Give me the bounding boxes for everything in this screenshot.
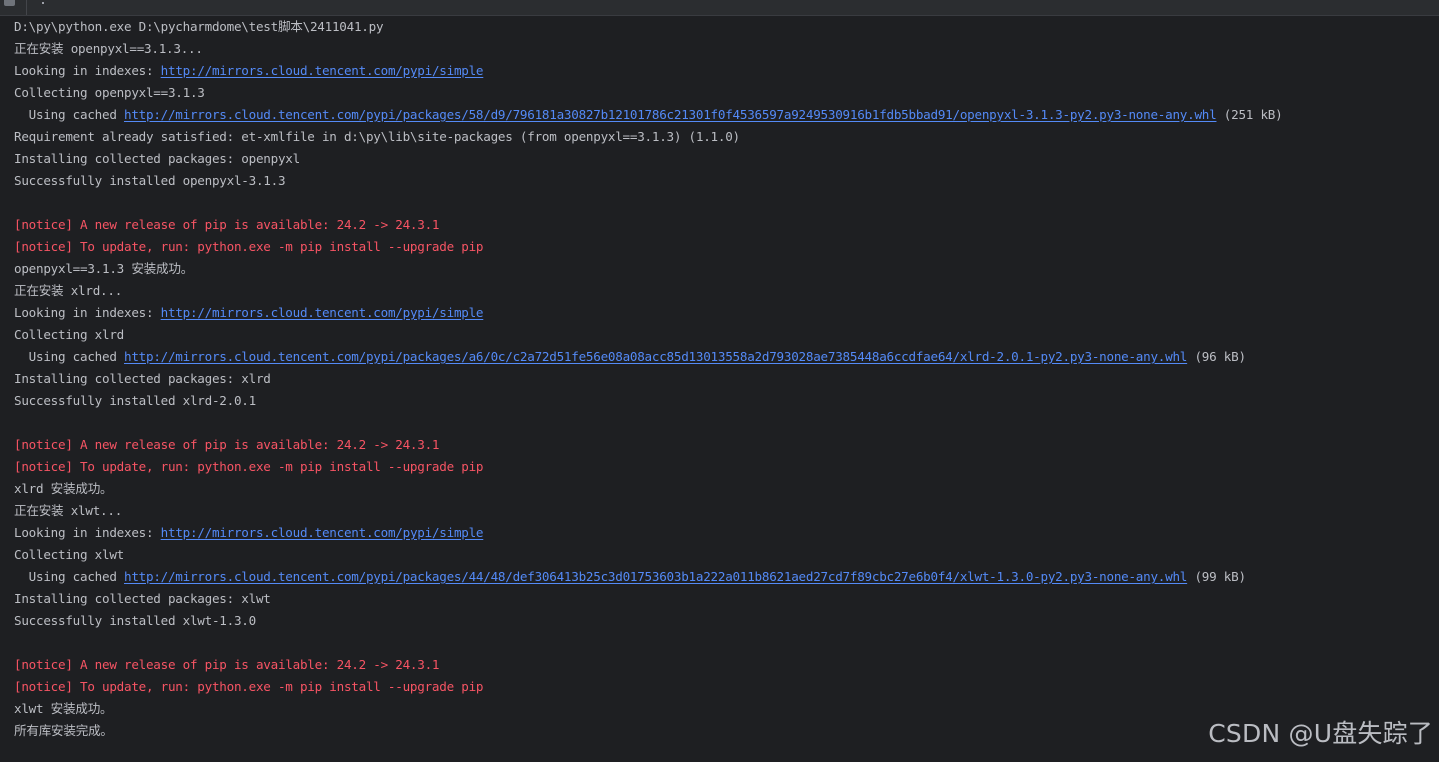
- header-divider: [26, 0, 27, 15]
- console-text: (96 kB): [1187, 349, 1246, 364]
- console-notice-line: [notice] To update, run: python.exe -m p…: [14, 676, 1434, 698]
- console-text: Installing collected packages: xlrd: [14, 371, 271, 386]
- console-text: D:\py\python.exe D:\pycharmdome\test脚本\2…: [14, 19, 384, 34]
- console-text: Successfully installed xlrd-2.0.1: [14, 393, 256, 408]
- console-line: Installing collected packages: openpyxl: [14, 148, 1434, 170]
- tool-window-header: [0, 0, 1439, 16]
- overflow-icon[interactable]: [42, 2, 44, 4]
- console-text: xlwt 安装成功。: [14, 701, 113, 716]
- console-text: 正在安装 openpyxl==3.1.3...: [14, 41, 203, 56]
- console-line: Looking in indexes: http://mirrors.cloud…: [14, 60, 1434, 82]
- console-text: [notice] To update, run: python.exe -m p…: [14, 459, 484, 474]
- console-line: Using cached http://mirrors.cloud.tencen…: [14, 346, 1434, 368]
- console-text: Looking in indexes:: [14, 305, 161, 320]
- console-line: D:\py\python.exe D:\pycharmdome\test脚本\2…: [14, 16, 1434, 38]
- console-notice-line: [notice] A new release of pip is availab…: [14, 214, 1434, 236]
- console-line: Looking in indexes: http://mirrors.cloud…: [14, 302, 1434, 324]
- console-line: 正在安装 openpyxl==3.1.3...: [14, 38, 1434, 60]
- console-text: Using cached: [14, 569, 124, 584]
- console-text: 所有库安装完成。: [14, 723, 113, 738]
- console-line: Looking in indexes: http://mirrors.cloud…: [14, 522, 1434, 544]
- console-text: [notice] A new release of pip is availab…: [14, 437, 440, 452]
- console-text: [notice] A new release of pip is availab…: [14, 657, 440, 672]
- console-text: openpyxl==3.1.3 安装成功。: [14, 261, 194, 276]
- console-line: Collecting xlwt: [14, 544, 1434, 566]
- console-text: Looking in indexes:: [14, 63, 161, 78]
- console-url-link[interactable]: http://mirrors.cloud.tencent.com/pypi/pa…: [124, 107, 1217, 122]
- console-text: 正在安装 xlrd...: [14, 283, 123, 298]
- console-text: Collecting openpyxl==3.1.3: [14, 85, 205, 100]
- console-notice-line: [notice] A new release of pip is availab…: [14, 654, 1434, 676]
- console-line: openpyxl==3.1.3 安装成功。: [14, 258, 1434, 280]
- console-line: Requirement already satisfied: et-xmlfil…: [14, 126, 1434, 148]
- console-notice-line: [notice] To update, run: python.exe -m p…: [14, 456, 1434, 478]
- console-url-link[interactable]: http://mirrors.cloud.tencent.com/pypi/pa…: [124, 569, 1187, 584]
- console-url-link[interactable]: http://mirrors.cloud.tencent.com/pypi/si…: [161, 525, 484, 540]
- csdn-watermark: CSDN @U盘失踪了: [1208, 719, 1433, 748]
- console-text: Collecting xlwt: [14, 547, 124, 562]
- console-text: Installing collected packages: xlwt: [14, 591, 271, 606]
- console-text: Collecting xlrd: [14, 327, 124, 342]
- console-text: Looking in indexes:: [14, 525, 161, 540]
- console-line: Successfully installed xlrd-2.0.1: [14, 390, 1434, 412]
- console-text: Requirement already satisfied: et-xmlfil…: [14, 129, 740, 144]
- run-console-output[interactable]: D:\py\python.exe D:\pycharmdome\test脚本\2…: [14, 16, 1434, 756]
- console-text: Installing collected packages: openpyxl: [14, 151, 300, 166]
- console-url-link[interactable]: http://mirrors.cloud.tencent.com/pypi/si…: [161, 305, 484, 320]
- console-line: Successfully installed xlwt-1.3.0: [14, 610, 1434, 632]
- console-text: Using cached: [14, 349, 124, 364]
- console-line: Using cached http://mirrors.cloud.tencen…: [14, 104, 1434, 126]
- console-line: Collecting openpyxl==3.1.3: [14, 82, 1434, 104]
- console-line: 正在安装 xlrd...: [14, 280, 1434, 302]
- console-url-link[interactable]: http://mirrors.cloud.tencent.com/pypi/si…: [161, 63, 484, 78]
- console-line: xlrd 安装成功。: [14, 478, 1434, 500]
- console-line: 正在安装 xlwt...: [14, 500, 1434, 522]
- console-line: Successfully installed openpyxl-3.1.3: [14, 170, 1434, 192]
- menu-icon[interactable]: [4, 0, 15, 6]
- console-text: (99 kB): [1187, 569, 1246, 584]
- console-text: Successfully installed openpyxl-3.1.3: [14, 173, 286, 188]
- console-line: Using cached http://mirrors.cloud.tencen…: [14, 566, 1434, 588]
- console-text: [notice] To update, run: python.exe -m p…: [14, 239, 484, 254]
- console-text: xlrd 安装成功。: [14, 481, 113, 496]
- console-text: [notice] A new release of pip is availab…: [14, 217, 440, 232]
- console-line: Collecting xlrd: [14, 324, 1434, 346]
- console-url-link[interactable]: http://mirrors.cloud.tencent.com/pypi/pa…: [124, 349, 1187, 364]
- console-text: (251 kB): [1216, 107, 1283, 122]
- console-text: Using cached: [14, 107, 124, 122]
- console-line: Installing collected packages: xlrd: [14, 368, 1434, 390]
- console-notice-line: [notice] A new release of pip is availab…: [14, 434, 1434, 456]
- console-text: Successfully installed xlwt-1.3.0: [14, 613, 256, 628]
- console-line: Installing collected packages: xlwt: [14, 588, 1434, 610]
- console-text: [notice] To update, run: python.exe -m p…: [14, 679, 484, 694]
- console-text: 正在安装 xlwt...: [14, 503, 123, 518]
- console-notice-line: [notice] To update, run: python.exe -m p…: [14, 236, 1434, 258]
